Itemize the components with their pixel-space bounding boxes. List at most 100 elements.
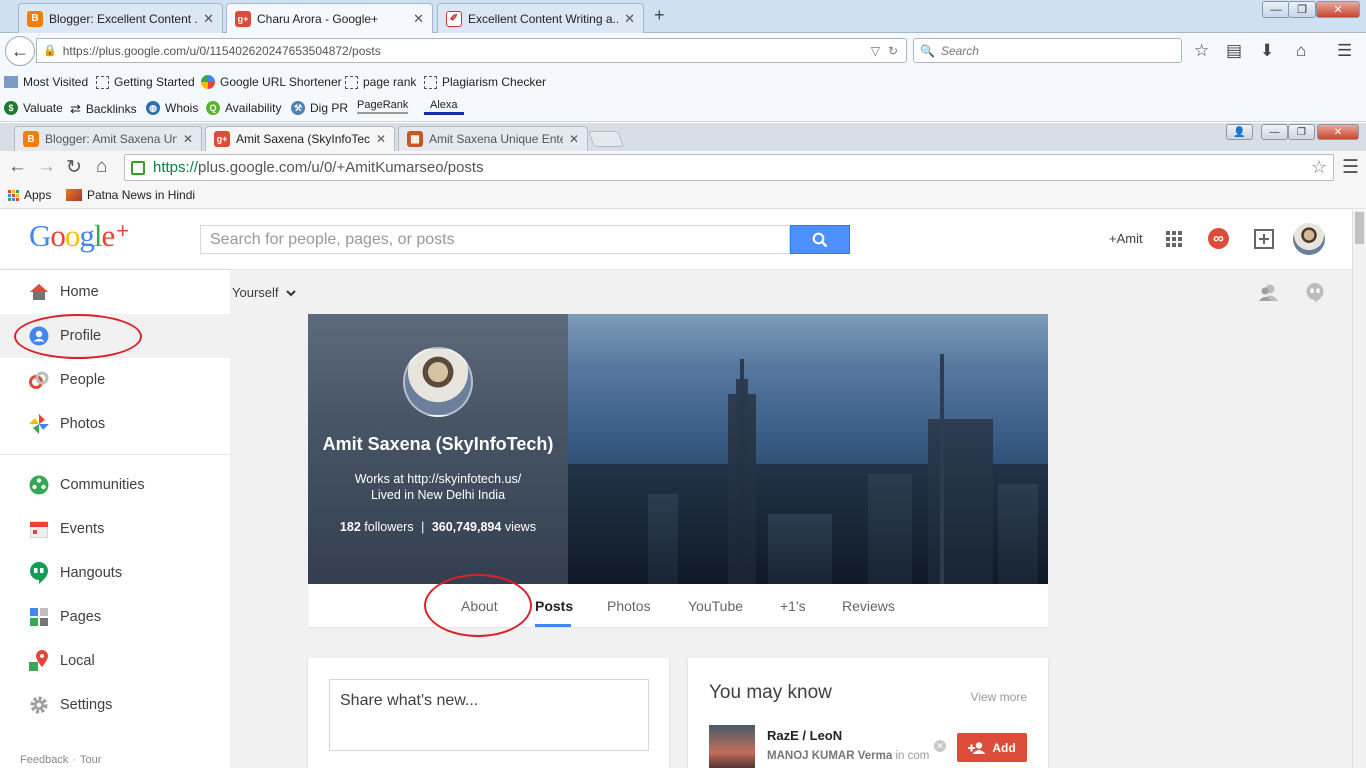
new-tab-button[interactable] <box>588 131 624 147</box>
close-tab-icon[interactable]: ✕ <box>624 11 635 27</box>
bookmark-url-shortener[interactable]: Google URL Shortener <box>201 75 342 89</box>
sidebar-item-communities[interactable]: Communities <box>0 463 230 507</box>
dropdown-arrow-icon[interactable]: ▽ <box>871 44 880 58</box>
share-input[interactable]: Share what's new... <box>329 679 649 751</box>
tab-reviews[interactable]: Reviews <box>842 598 895 614</box>
close-tab-icon[interactable]: ✕ <box>376 132 386 146</box>
bookmark-page-rank[interactable]: page rank <box>345 75 416 89</box>
close-tab-icon[interactable]: ✕ <box>183 132 193 146</box>
tab-posts[interactable]: Posts <box>535 598 573 614</box>
new-tab-button[interactable]: + <box>654 5 665 26</box>
sidebar-item-local[interactable]: Local <box>0 639 230 683</box>
inner-tab-gallery[interactable]: ▦ Amit Saxena Unique Enter ✕ <box>398 126 588 151</box>
chrome-menu-icon[interactable]: ☰ <box>1342 156 1359 179</box>
close-tab-icon[interactable]: ✕ <box>569 132 579 146</box>
outer-tab-content-writing[interactable]: ✐ Excellent Content Writing a... ✕ <box>437 3 644 33</box>
outer-url-bar[interactable]: 🔒 https://plus.google.com/u/0/1154026202… <box>36 38 907 63</box>
reload-icon[interactable]: ↻ <box>888 44 898 58</box>
minimize-button[interactable]: — <box>1262 1 1290 18</box>
inner-omnibox[interactable]: https:// plus.google.com/u/0/+AmitKumars… <box>124 154 1334 181</box>
sidebar-item-hangouts[interactable]: Hangouts <box>0 551 230 595</box>
view-more-link[interactable]: View more <box>971 690 1027 704</box>
sidebar-item-photos[interactable]: Photos <box>0 402 230 446</box>
tool-alexa[interactable]: Alexa <box>424 99 464 115</box>
apps-grid-icon[interactable] <box>1166 231 1182 247</box>
gplus-search-button[interactable] <box>790 225 850 254</box>
bookmark-star-icon[interactable]: ☆ <box>1194 41 1209 61</box>
outer-search-box[interactable]: 🔍 Search <box>913 38 1182 63</box>
tab-youtube[interactable]: YouTube <box>688 598 743 614</box>
avatar[interactable] <box>709 725 755 768</box>
bookmark-most-visited[interactable]: Most Visited <box>4 75 88 89</box>
reload-icon[interactable]: ↻ <box>66 156 82 179</box>
search-icon <box>812 232 828 247</box>
close-tab-icon[interactable]: ✕ <box>413 11 424 27</box>
sidebar-item-settings[interactable]: Settings <box>0 683 230 727</box>
share-add-icon[interactable] <box>1254 229 1274 249</box>
bookmark-label: Most Visited <box>23 75 89 89</box>
profile-icon <box>28 325 50 347</box>
logo-letter: l <box>93 218 103 253</box>
close-tab-icon[interactable]: ✕ <box>203 11 214 27</box>
bookmark-label: Getting Started <box>114 75 195 89</box>
sidebar-item-home[interactable]: Home <box>0 270 230 314</box>
back-arrow-icon[interactable]: ← <box>8 156 27 178</box>
logo-letter: G <box>29 218 51 253</box>
tab-about[interactable]: About <box>461 598 498 614</box>
user-profile-icon[interactable]: 👤 <box>1226 124 1253 140</box>
outer-tab-charu[interactable]: g+ Charu Arora - Google+ ✕ <box>226 3 433 34</box>
inner-tab-blogger[interactable]: B Blogger: Amit Saxena Unic ✕ <box>14 126 202 151</box>
bookmarks-list-icon[interactable]: ▤ <box>1226 41 1242 61</box>
suggested-person-name[interactable]: RazE / LeoN <box>767 728 842 743</box>
bookmark-patna-news[interactable]: Patna News in Hindi <box>66 188 195 202</box>
feedback-link[interactable]: Feedback <box>20 754 68 766</box>
bookmark-star-icon[interactable]: ☆ <box>1311 157 1333 178</box>
close-window-button[interactable]: ✕ <box>1316 1 1360 18</box>
tour-link[interactable]: Tour <box>80 754 101 766</box>
bookmark-plagiarism-checker[interactable]: Plagiarism Checker <box>424 75 546 89</box>
outer-tab-blogger[interactable]: B Blogger: Excellent Content ... ✕ <box>18 3 223 33</box>
minimize-button[interactable]: — <box>1261 124 1288 140</box>
sidebar-item-profile[interactable]: Profile <box>0 314 230 358</box>
view-as-label: Yourself <box>232 284 279 300</box>
home-icon[interactable]: ⌂ <box>96 156 107 178</box>
avatar[interactable] <box>403 347 473 417</box>
home-icon[interactable]: ⌂ <box>1296 41 1306 61</box>
gplus-search-input[interactable]: Search for people, pages, or posts <box>200 225 790 254</box>
notifications-icon[interactable]: ∞ <box>1208 228 1229 249</box>
close-window-button[interactable]: ✕ <box>1317 124 1359 140</box>
sidebar-item-people[interactable]: People <box>0 358 230 402</box>
avatar[interactable] <box>1293 223 1325 255</box>
add-to-circles-icon[interactable] <box>1259 284 1279 301</box>
page-scrollbar[interactable] <box>1352 210 1366 768</box>
menu-icon[interactable]: ☰ <box>1337 41 1352 61</box>
user-plus-name[interactable]: +Amit <box>1109 231 1143 246</box>
tool-availability[interactable]: Q Availability <box>206 101 281 115</box>
google-plus-logo[interactable]: Google+ <box>29 218 129 254</box>
dismiss-icon[interactable]: ✕ <box>934 740 946 752</box>
bookmark-apps[interactable]: Apps <box>8 188 51 202</box>
tool-pagerank[interactable]: PageRank <box>357 99 409 114</box>
inner-tab-gplus[interactable]: g+ Amit Saxena (SkyInfoTech ✕ <box>205 126 395 151</box>
tool-valuate[interactable]: $ Valuate <box>4 101 63 115</box>
tool-backlinks[interactable]: ⇄ Backlinks <box>70 101 137 117</box>
tool-whois[interactable]: ◍ Whois <box>146 101 198 115</box>
maximize-button[interactable]: ❐ <box>1288 124 1315 140</box>
tab-photos[interactable]: Photos <box>607 598 651 614</box>
downloads-icon[interactable]: ⬇ <box>1260 41 1274 61</box>
logo-letter: g <box>79 218 94 253</box>
forward-arrow-icon[interactable]: → <box>37 156 56 178</box>
outer-tab-title: Excellent Content Writing a... <box>468 11 619 26</box>
tab-plus-ones[interactable]: +1's <box>780 598 806 614</box>
hangout-chat-icon[interactable] <box>1306 283 1324 303</box>
add-person-button[interactable]: Add <box>957 733 1027 762</box>
bookmark-getting-started[interactable]: Getting Started <box>96 75 195 89</box>
back-button[interactable]: ← <box>5 36 35 66</box>
sidebar-item-pages[interactable]: Pages <box>0 595 230 639</box>
tool-label: Valuate <box>23 101 63 115</box>
sidebar-item-events[interactable]: Events <box>0 507 230 551</box>
maximize-button[interactable]: ❐ <box>1288 1 1316 18</box>
view-as-dropdown[interactable]: Yourself <box>232 285 296 300</box>
tool-dig-pr[interactable]: ⚒ Dig PR <box>291 101 348 115</box>
scrollbar-thumb[interactable] <box>1355 212 1364 244</box>
